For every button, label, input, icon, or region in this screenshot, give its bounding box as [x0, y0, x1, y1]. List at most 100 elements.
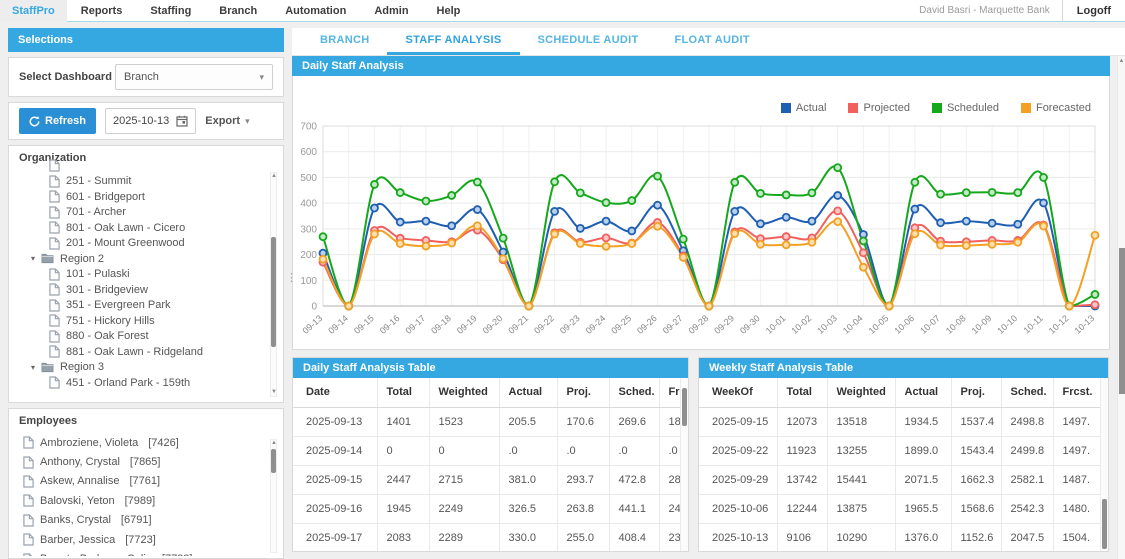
chart-point-forecasted[interactable] — [474, 222, 481, 229]
scroll-down-icon[interactable]: ▼ — [271, 389, 276, 396]
tree-item-351-evergreen-park[interactable]: 351 - Evergreen Park — [23, 298, 265, 314]
chart-point-forecasted[interactable] — [783, 241, 790, 248]
column-header-sched[interactable]: Sched. — [1001, 378, 1053, 407]
chart-point-forecasted[interactable] — [860, 264, 867, 271]
chart-point-actual[interactable] — [551, 208, 558, 215]
chart-point-projected[interactable] — [860, 249, 867, 256]
brand-staffpro[interactable]: StaffPro — [0, 0, 67, 22]
menu-item-admin[interactable]: Admin — [360, 0, 422, 22]
chart-point-scheduled[interactable] — [1040, 174, 1047, 181]
sidebar-splitter[interactable]: ⋮ — [284, 28, 292, 559]
chart-point-actual[interactable] — [911, 206, 918, 213]
chart-point-scheduled[interactable] — [757, 190, 764, 197]
chart-point-actual[interactable] — [808, 218, 815, 225]
chart-point-scheduled[interactable] — [371, 181, 378, 188]
tree-item-101-pulaski[interactable]: 101 - Pulaski — [23, 267, 265, 283]
chart-point-forecasted[interactable] — [731, 230, 738, 237]
chart-point-actual[interactable] — [757, 220, 764, 227]
chart-point-actual[interactable] — [474, 206, 481, 213]
column-header-frcst[interactable]: Frcst. — [1053, 378, 1101, 407]
employee-item-anthony-crystal[interactable]: Anthony, Crystal[7865] — [23, 452, 265, 471]
chart-point-actual[interactable] — [654, 202, 661, 209]
table-row[interactable]: 2025-09-2913742154412071.51662.32582.114… — [699, 465, 1101, 494]
table-row[interactable]: 2025-09-1512073135181934.51537.42498.814… — [699, 407, 1101, 436]
chart-point-projected[interactable] — [834, 207, 841, 214]
chart-point-actual[interactable] — [422, 218, 429, 225]
chart-point-actual[interactable] — [603, 218, 610, 225]
table-row[interactable]: 2025-10-139106102901376.01152.62047.5150… — [699, 523, 1101, 552]
employee-item-banks-crystal[interactable]: Banks, Crystal[6791] — [23, 511, 265, 530]
date-input[interactable]: 2025-10-13 — [105, 108, 196, 134]
chart-point-forecasted[interactable] — [448, 240, 455, 247]
tree-item-751-hickory-hills[interactable]: 751 - Hickory Hills — [23, 313, 265, 329]
daily-table-scrollbar[interactable] — [680, 378, 688, 551]
chart-point-scheduled[interactable] — [577, 189, 584, 196]
chart-point-forecasted[interactable] — [757, 241, 764, 248]
chart-point-scheduled[interactable] — [834, 164, 841, 171]
tab-branch[interactable]: BRANCH — [302, 28, 387, 55]
chart-point-scheduled[interactable] — [963, 189, 970, 196]
tree-item-881-oak-lawn-ridgeland[interactable]: 881 - Oak Lawn - Ridgeland — [23, 344, 265, 360]
menu-item-reports[interactable]: Reports — [67, 0, 137, 22]
menu-item-staffing[interactable]: Staffing — [136, 0, 205, 22]
scrollbar-thumb[interactable] — [271, 449, 276, 473]
chart-point-forecasted[interactable] — [551, 231, 558, 238]
calendar-icon[interactable] — [176, 115, 188, 127]
legend-item-forecasted[interactable]: Forecasted — [1021, 102, 1091, 114]
chart-point-actual[interactable] — [963, 218, 970, 225]
chart-point-actual[interactable] — [397, 219, 404, 226]
chart-point-scheduled[interactable] — [628, 197, 635, 204]
employee-item-barreto-barboza-celia[interactable]: Barreto-Barboza, Celia[7788] — [23, 549, 265, 556]
column-header-actual[interactable]: Actual — [499, 378, 557, 407]
table-row[interactable]: 2025-09-2211923132551899.01543.42499.814… — [699, 436, 1101, 465]
tree-folder-region-3[interactable]: ▾Region 3 — [23, 360, 265, 376]
employee-item-askew-annalise[interactable]: Askew, Annalise[7761] — [23, 472, 265, 491]
scrollbar-thumb[interactable] — [271, 237, 276, 347]
column-header-proj[interactable]: Proj. — [557, 378, 609, 407]
chart-point-projected[interactable] — [1092, 301, 1099, 308]
tree-item-251-summit[interactable]: 251 - Summit — [23, 174, 265, 190]
logoff-button[interactable]: Logoff — [1062, 0, 1125, 22]
chart-point-actual[interactable] — [1040, 199, 1047, 206]
employee-item-balovski-yeton[interactable]: Balovski, Yeton[7989] — [23, 491, 265, 510]
tree-folder-region-2[interactable]: ▾Region 2 — [23, 251, 265, 267]
employee-item-barber-jessica[interactable]: Barber, Jessica[7723] — [23, 530, 265, 549]
legend-item-projected[interactable]: Projected — [848, 102, 909, 114]
chart-point-actual[interactable] — [937, 219, 944, 226]
export-dropdown[interactable]: Export ▾ — [205, 115, 249, 127]
chart-point-forecasted[interactable] — [628, 240, 635, 247]
chart-point-forecasted[interactable] — [989, 241, 996, 248]
table-row[interactable]: 2025-09-1314011523205.5170.6269.6182 — [293, 407, 685, 436]
tree-item-301-bridgeview[interactable]: 301 - Bridgeview — [23, 282, 265, 298]
chart-point-scheduled[interactable] — [603, 199, 610, 206]
chart-point-scheduled[interactable] — [860, 237, 867, 244]
chart-point-forecasted[interactable] — [422, 243, 429, 250]
chart-point-scheduled[interactable] — [808, 189, 815, 196]
column-header-weighted[interactable]: Weighted — [429, 378, 499, 407]
chart-point-scheduled[interactable] — [989, 189, 996, 196]
chart-point-scheduled[interactable] — [654, 173, 661, 180]
chart-point-forecasted[interactable] — [937, 242, 944, 249]
refresh-button[interactable]: Refresh — [19, 108, 96, 134]
scroll-up-icon[interactable]: ▲ — [271, 440, 276, 447]
collapse-caret-icon[interactable]: ▾ — [31, 254, 41, 263]
table-row[interactable]: 2025-10-0612244138751965.51568.62542.314… — [699, 494, 1101, 523]
chart-point-actual[interactable] — [448, 222, 455, 229]
tree-item-701-archer[interactable]: 701 - Archer — [23, 205, 265, 221]
chart-point-forecasted[interactable] — [603, 243, 610, 250]
legend-item-scheduled[interactable]: Scheduled — [932, 102, 999, 114]
chart-point-scheduled[interactable] — [320, 233, 327, 240]
column-header-total[interactable]: Total — [377, 378, 429, 407]
chart-point-forecasted[interactable] — [706, 303, 713, 310]
chart-point-forecasted[interactable] — [963, 242, 970, 249]
table-row[interactable]: 2025-09-1619452249326.5263.8441.1243 — [293, 494, 685, 523]
scroll-up-icon[interactable]: ▲ — [271, 173, 276, 180]
tree-item-451-orland-park-159th[interactable]: 451 - Orland Park - 159th — [23, 375, 265, 390]
menu-item-branch[interactable]: Branch — [205, 0, 271, 22]
chart-point-scheduled[interactable] — [937, 191, 944, 198]
collapse-caret-icon[interactable]: ▾ — [31, 363, 41, 372]
chart-point-actual[interactable] — [834, 192, 841, 199]
chart-point-projected[interactable] — [603, 234, 610, 241]
chart-point-scheduled[interactable] — [1092, 291, 1099, 298]
chart-point-actual[interactable] — [731, 208, 738, 215]
